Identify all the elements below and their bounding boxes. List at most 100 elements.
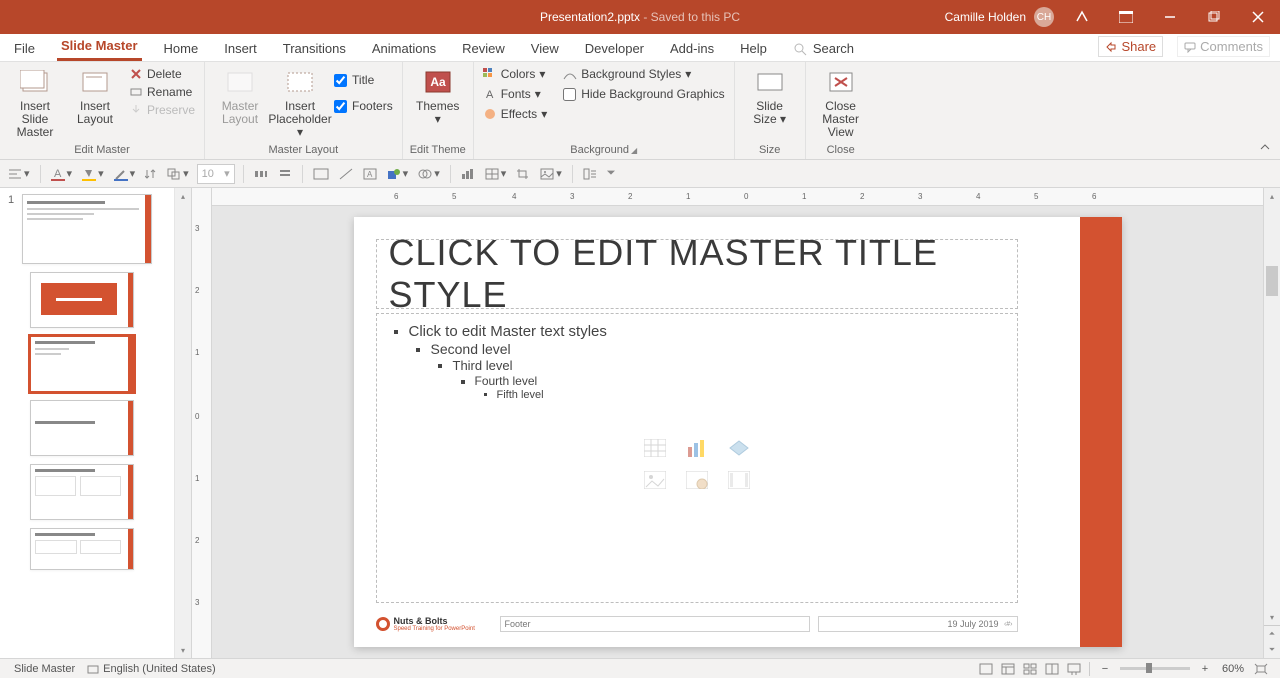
tab-developer[interactable]: Developer [581, 35, 648, 61]
zoom-out-button[interactable]: − [1094, 660, 1116, 678]
group-menu[interactable]: ▾ [165, 163, 191, 185]
share-button[interactable]: Share [1098, 36, 1163, 57]
slideshow-button[interactable] [1063, 660, 1085, 678]
comments-button[interactable]: Comments [1177, 36, 1270, 57]
chart-button[interactable] [459, 163, 477, 185]
zoom-in-button[interactable]: + [1194, 660, 1216, 678]
quick-toolbar: ▾ A▾ ▾ ▾ ▾ 10▾ A ▾ ▾ ▾ ▾ ⏷ [0, 160, 1280, 188]
sort-button[interactable] [143, 163, 159, 185]
normal-view-button[interactable] [997, 660, 1019, 678]
coming-soon-icon[interactable] [1060, 0, 1104, 34]
user-name: Camille Holden [945, 10, 1026, 24]
prev-slide-icon[interactable]: ⏶ [1264, 626, 1280, 642]
insert-smartart-icon[interactable] [725, 437, 753, 459]
insert-placeholder-button[interactable]: Insert Placeholder ▾ [271, 66, 329, 139]
notes-button[interactable] [975, 660, 997, 678]
insert-slide-master-button[interactable]: Insert Slide Master [6, 66, 64, 139]
minimize-button[interactable] [1148, 0, 1192, 34]
layout-thumbnail-5[interactable] [30, 528, 134, 570]
insert-video-icon[interactable] [725, 469, 753, 491]
shape-rect-button[interactable] [311, 163, 331, 185]
ribbon: Insert Slide Master Insert Layout Delete… [0, 62, 1280, 160]
master-thumbnail[interactable] [22, 194, 152, 264]
fit-window-button[interactable] [1250, 660, 1272, 678]
themes-button[interactable]: Aa Themes▾ [409, 66, 467, 126]
selection-pane-button[interactable] [581, 163, 599, 185]
font-size-box[interactable]: 10▾ [197, 164, 235, 184]
picture-menu[interactable]: ▾ [538, 163, 564, 185]
tab-transitions[interactable]: Transitions [279, 35, 350, 61]
tab-view[interactable]: View [527, 35, 563, 61]
insert-layout-button[interactable]: Insert Layout [66, 66, 124, 126]
tab-help[interactable]: Help [736, 35, 771, 61]
ribbon-display-icon[interactable] [1104, 0, 1148, 34]
content-placeholder[interactable]: Click to edit Master text styles Second … [376, 313, 1018, 603]
effects-button[interactable]: Effects ▾ [480, 106, 551, 122]
font-color-menu[interactable]: A▾ [49, 163, 75, 185]
background-styles-button[interactable]: Background Styles ▾ [560, 66, 727, 82]
scroll-down-icon[interactable]: ▾ [175, 642, 191, 658]
merge-shapes-menu[interactable]: ▾ [416, 163, 442, 185]
preserve-button[interactable]: Preserve [126, 102, 198, 118]
tab-review[interactable]: Review [458, 35, 509, 61]
thumb-scrollbar[interactable]: ▴ ▾ [174, 188, 191, 658]
footer-placeholder[interactable]: Footer [500, 616, 810, 632]
align-menu[interactable]: ▾ [6, 163, 32, 185]
close-master-view-button[interactable]: Close Master View [812, 66, 870, 139]
insert-table-icon[interactable] [641, 437, 669, 459]
title-placeholder[interactable]: CLICK TO EDIT MASTER TITLE STYLE [376, 239, 1018, 309]
shape-line-button[interactable] [337, 163, 355, 185]
date-placeholder[interactable]: 19 July 2019‹#› [818, 616, 1018, 632]
collapse-ribbon-button[interactable] [1256, 139, 1274, 155]
close-window-button[interactable] [1236, 0, 1280, 34]
layout-thumbnail-2[interactable] [30, 336, 134, 392]
status-view[interactable]: Slide Master [8, 663, 81, 675]
scroll-down-icon[interactable]: ▾ [1264, 609, 1280, 625]
colors-button[interactable]: Colors ▾ [480, 66, 551, 82]
maximize-button[interactable] [1192, 0, 1236, 34]
fill-color-menu[interactable]: ▾ [80, 163, 106, 185]
zoom-slider[interactable] [1120, 667, 1190, 670]
tab-animations[interactable]: Animations [368, 35, 440, 61]
distribute-v-button[interactable] [276, 163, 294, 185]
next-slide-icon[interactable]: ⏷ [1264, 642, 1280, 658]
layout-thumbnail-3[interactable] [30, 400, 134, 456]
zoom-level[interactable]: 60% [1216, 663, 1250, 675]
layout-thumbnail-4[interactable] [30, 464, 134, 520]
rename-button[interactable]: Rename [126, 84, 198, 100]
scroll-up-icon[interactable]: ▴ [175, 188, 191, 204]
tab-insert[interactable]: Insert [220, 35, 261, 61]
distribute-h-button[interactable] [252, 163, 270, 185]
crop-button[interactable] [514, 163, 532, 185]
table-menu[interactable]: ▾ [483, 163, 509, 185]
tab-home[interactable]: Home [160, 35, 203, 61]
footers-checkbox[interactable]: Footers [331, 98, 396, 114]
tab-file[interactable]: File [10, 35, 39, 61]
slide-size-button[interactable]: Slide Size ▾ [741, 66, 799, 126]
canvas-scrollbar[interactable]: ▴ ▾ ⏶ ⏷ [1263, 188, 1280, 658]
fonts-button[interactable]: AFonts ▾ [480, 86, 551, 102]
insert-chart-icon[interactable] [683, 437, 711, 459]
user-account[interactable]: Camille Holden CH [945, 7, 1060, 27]
layout-thumbnail-1[interactable] [30, 272, 134, 328]
hide-background-checkbox[interactable]: Hide Background Graphics [560, 86, 727, 102]
delete-button[interactable]: Delete [126, 66, 198, 82]
background-launcher[interactable]: ◢ [631, 146, 637, 155]
status-language[interactable]: English (United States) [81, 663, 222, 675]
more-commands[interactable]: ⏷ [605, 163, 618, 185]
reading-view-button[interactable] [1041, 660, 1063, 678]
text-box-button[interactable]: A [361, 163, 379, 185]
tab-slide-master[interactable]: Slide Master [57, 32, 142, 61]
sorter-view-button[interactable] [1019, 660, 1041, 678]
thumb-index: 1 [8, 194, 18, 206]
title-checkbox[interactable]: Title [331, 72, 396, 88]
insert-online-picture-icon[interactable] [683, 469, 711, 491]
master-layout-button: Master Layout [211, 66, 269, 126]
tab-addins[interactable]: Add-ins [666, 35, 718, 61]
scroll-up-icon[interactable]: ▴ [1264, 188, 1280, 204]
slide-canvas[interactable]: CLICK TO EDIT MASTER TITLE STYLE Click t… [212, 206, 1263, 658]
shapes-menu[interactable]: ▾ [385, 163, 411, 185]
tell-me-search[interactable]: Search [789, 35, 858, 61]
insert-picture-icon[interactable] [641, 469, 669, 491]
outline-color-menu[interactable]: ▾ [112, 163, 138, 185]
